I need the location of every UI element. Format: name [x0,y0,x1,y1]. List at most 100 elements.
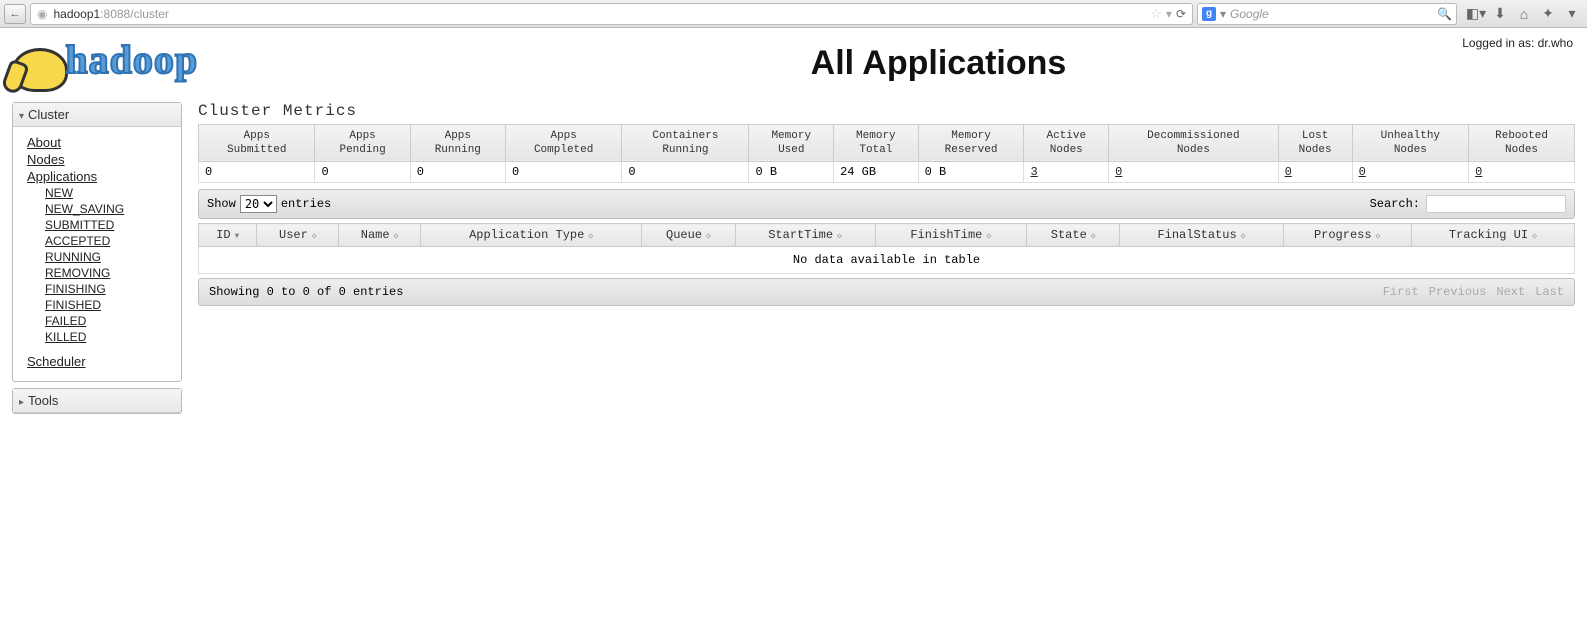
globe-icon: ◉ [37,7,47,21]
login-status: Logged in as: dr.who [1462,36,1573,50]
apps-column-header[interactable]: ID▼ [199,224,257,247]
apps-column-header[interactable]: Name◇ [339,224,421,247]
sidebar-appstate-killed[interactable]: KILLED [45,330,173,344]
empty-message: No data available in table [199,247,1575,274]
sidebar-appstate-running[interactable]: RUNNING [45,250,173,264]
apps-column-header[interactable]: FinishTime◇ [875,224,1027,247]
pager-last[interactable]: Last [1535,285,1564,299]
metrics-value: 0 [505,162,621,183]
metrics-header: MemoryUsed [749,124,834,162]
table-toolbar: Show 20 entries Search: [198,189,1575,219]
show-label-post: entries [281,197,331,211]
search-label: Search: [1370,197,1420,211]
metrics-header: AppsRunning [410,124,505,162]
metrics-header: RebootedNodes [1469,124,1575,162]
sidebar-appstate-submitted[interactable]: SUBMITTED [45,218,173,232]
metrics-value[interactable]: 0 [1278,162,1352,183]
address-bar[interactable]: ◉ hadoop1:8088/cluster ☆ ▾ ⟳ [30,3,1193,25]
sidebar-link-about[interactable]: About [27,135,173,150]
sidebar-appstate-removing[interactable]: REMOVING [45,266,173,280]
metrics-value: 0 [410,162,505,183]
bookmark-star-icon[interactable]: ☆ [1150,6,1162,22]
metrics-header: ContainersRunning [622,124,749,162]
reload-icon[interactable]: ⟳ [1176,7,1186,21]
extension-icon[interactable]: ✦ [1537,4,1559,24]
metrics-value: 0 B [749,162,834,183]
metrics-value[interactable]: 3 [1024,162,1109,183]
apps-column-header[interactable]: StartTime◇ [735,224,875,247]
applications-table: ID▼User◇Name◇Application Type◇Queue◇Star… [198,223,1575,274]
chevron-down-icon: ▾ [19,111,24,122]
metrics-title: Cluster Metrics [198,102,1575,120]
metrics-header: MemoryTotal [834,124,919,162]
apps-column-header[interactable]: Progress◇ [1283,224,1411,247]
downloads-icon[interactable]: ⬇ [1489,4,1511,24]
table-footer: Showing 0 to 0 of 0 entries First Previou… [198,278,1575,306]
pager: First Previous Next Last [1383,285,1564,299]
search-placeholder: Google [1230,7,1269,21]
tools-label: Tools [28,393,58,408]
pager-next[interactable]: Next [1496,285,1525,299]
url-path: :8088/cluster [100,7,169,21]
search-dropdown-icon[interactable]: ▾ [1220,7,1226,21]
show-label-pre: Show [207,197,236,211]
apps-column-header[interactable]: Application Type◇ [420,224,641,247]
sidebar-link-applications[interactable]: Applications [27,169,173,184]
search-input[interactable] [1426,195,1566,213]
sidebar-link-nodes[interactable]: Nodes [27,152,173,167]
metrics-value[interactable]: 0 [1469,162,1575,183]
search-icon[interactable]: 🔍 [1437,7,1452,21]
sidebar-appstate-failed[interactable]: FAILED [45,314,173,328]
home-icon[interactable]: ⌂ [1513,4,1535,24]
metrics-value: 0 [199,162,315,183]
sidebar-appstate-accepted[interactable]: ACCEPTED [45,234,173,248]
main-content: Cluster Metrics AppsSubmittedAppsPending… [198,102,1575,420]
sidebar-appstate-new_saving[interactable]: NEW_SAVING [45,202,173,216]
metrics-value[interactable]: 0 [1352,162,1468,183]
metrics-header: MemoryReserved [918,124,1024,162]
metrics-table: AppsSubmittedAppsPendingAppsRunningAppsC… [198,124,1575,184]
panel-cluster-header[interactable]: ▾ Cluster [13,103,181,127]
dropdown-icon[interactable]: ▾ [1166,7,1172,21]
pager-previous[interactable]: Previous [1429,285,1487,299]
sidebar: ▾Cluster About Nodes Applications NEWNEW… [12,102,182,420]
page-size-select[interactable]: 20 [240,195,277,213]
table-info: Showing 0 to 0 of 0 entries [209,285,403,299]
metrics-header: AppsCompleted [505,124,621,162]
google-icon: g [1202,7,1216,21]
apps-column-header[interactable]: Queue◇ [642,224,735,247]
app-state-list: NEW NEW_SAVING SUBMITTED ACCEPTED RUNNING REM… [45,186,173,344]
pager-first[interactable]: First [1383,285,1419,299]
metrics-value: 0 B [918,162,1024,183]
metrics-header: ActiveNodes [1024,124,1109,162]
apps-column-header[interactable]: State◇ [1027,224,1120,247]
apps-column-header[interactable]: Tracking UI◇ [1411,224,1574,247]
hadoop-elephant-icon [12,48,68,92]
browser-icon-group: ◧▾ ⬇ ⌂ ✦ ▾ [1461,4,1583,24]
panel-tools-header[interactable]: ▸ Tools [13,389,181,413]
sidebar-appstate-new[interactable]: NEW [45,186,173,200]
back-button[interactable]: ← [4,4,26,24]
metrics-value[interactable]: 0 [1109,162,1279,183]
page-title: All Applications [302,44,1575,83]
url-host: hadoop1 [53,7,100,21]
sidebar-appstate-finished[interactable]: FINISHED [45,298,173,312]
metrics-header: AppsSubmitted [199,124,315,162]
sidebar-link-scheduler[interactable]: Scheduler [27,354,173,369]
menu-dropdown-icon[interactable]: ▾ [1561,4,1583,24]
metrics-header: DecommissionedNodes [1109,124,1279,162]
browser-search[interactable]: g ▾ Google 🔍 [1197,3,1457,25]
metrics-header: LostNodes [1278,124,1352,162]
addon-icon[interactable]: ◧▾ [1465,4,1487,24]
logo-area: hadoop [12,36,302,92]
cluster-label: Cluster [28,107,69,122]
sidebar-appstate-finishing[interactable]: FINISHING [45,282,173,296]
metrics-value: 0 [315,162,410,183]
apps-column-header[interactable]: User◇ [257,224,339,247]
apps-column-header[interactable]: FinalStatus◇ [1120,224,1283,247]
metrics-value: 24 GB [834,162,919,183]
logo-text: hadoop [65,36,198,83]
chevron-right-icon: ▸ [19,397,24,408]
panel-cluster: ▾Cluster About Nodes Applications NEWNEW… [12,102,182,382]
browser-toolbar: ← ◉ hadoop1:8088/cluster ☆ ▾ ⟳ g ▾ Googl… [0,0,1587,28]
